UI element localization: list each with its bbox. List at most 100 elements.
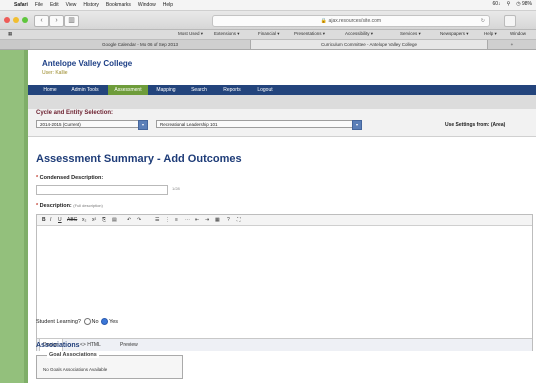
menu-edit[interactable]: Edit — [50, 2, 59, 8]
entity-select[interactable]: Recreational Leadership 101 ▾ — [156, 120, 362, 130]
paste-icon[interactable]: ▤ — [112, 217, 117, 223]
bookmark-item[interactable]: Financial ▾ — [258, 31, 280, 37]
mac-menubar: Safari File Edit View History Bookmarks … — [0, 0, 536, 11]
strikethrough-icon[interactable]: ABC — [67, 217, 77, 223]
reload-icon[interactable]: ↻ — [481, 16, 485, 26]
site-header: Antelope Valley College User: Kallie — [28, 50, 536, 85]
description-rich-text-editor[interactable]: B I U ABC x₂ x² ⎘ ▤ ↶ ↷ ☰ ⋮ ≡ ⋯ ⇤ ⇥ ▦ ? … — [36, 214, 533, 351]
table-icon[interactable]: ▦ — [215, 217, 220, 223]
indent-icon[interactable]: ⇥ — [205, 217, 209, 223]
nav-mapping[interactable]: Mapping — [150, 85, 182, 95]
nav-reports[interactable]: Reports — [216, 85, 248, 95]
nav-home[interactable]: Home — [38, 85, 62, 95]
close-window-button[interactable] — [4, 17, 10, 23]
editor-toolbar: B I U ABC x₂ x² ⎘ ▤ ↶ ↷ ☰ ⋮ ≡ ⋯ ⇤ ⇥ ▦ ? … — [37, 215, 532, 226]
associations-heading: Associations — [36, 342, 80, 349]
tab-html[interactable]: <> HTML — [77, 339, 104, 351]
radio-no-label[interactable]: No — [92, 319, 99, 325]
bookmark-item[interactable]: Most Used ▾ — [178, 31, 203, 37]
underline-icon[interactable]: U — [58, 217, 62, 223]
nav-assessment[interactable]: Assessment — [108, 85, 148, 95]
editor-mode-tabs: Design <> HTML Preview — [37, 338, 532, 351]
selection-label: Cycle and Entity Selection: — [36, 110, 114, 116]
bookmark-item[interactable]: Services ▾ — [400, 31, 421, 37]
chevron-down-icon[interactable]: ▾ — [352, 120, 362, 130]
browser-toolbar: ‹ › ▥ 🔒 ajax.resources/site.com ↻ — [0, 11, 536, 30]
lock-icon: 🔒 — [320, 18, 328, 24]
superscript-icon[interactable]: x² — [92, 217, 96, 223]
radio-yes-label[interactable]: Yes — [109, 319, 118, 325]
cycle-select[interactable]: 2014-2015 (Current) ▾ — [36, 120, 148, 130]
bookmark-grid-icon[interactable]: ▦ — [8, 31, 12, 37]
status-search-icon[interactable]: ⚲ — [507, 1, 511, 7]
condensed-description-label: * Condensed Description: — [36, 175, 103, 181]
bookmark-item[interactable]: Newspapers ▾ — [440, 31, 469, 37]
subscript-icon[interactable]: x₂ — [82, 217, 86, 223]
cycle-entity-selection: Cycle and Entity Selection: 2014-2015 (C… — [28, 109, 536, 137]
fullscreen-icon[interactable]: ⛶ — [237, 217, 241, 223]
help-icon[interactable]: ? — [227, 217, 230, 223]
back-button[interactable]: ‹ — [34, 15, 49, 27]
user-label: User: Kallie — [42, 70, 68, 76]
bookmark-item[interactable]: Extensions ▾ — [214, 31, 240, 37]
bookmark-item[interactable]: Presentations ▾ — [294, 31, 325, 37]
menu-bookmarks[interactable]: Bookmarks — [106, 2, 131, 8]
bookmark-item[interactable]: Window — [510, 31, 526, 36]
required-marker: * — [36, 203, 39, 209]
character-counter: 1/28 — [172, 186, 180, 191]
goal-associations-empty: No Goals Associations Available — [43, 367, 108, 372]
tab-curriculum-committee[interactable]: Curriculum Committee - Antelope Valley C… — [251, 40, 488, 49]
tab-preview[interactable]: Preview — [117, 339, 141, 351]
minimize-window-button[interactable] — [13, 17, 19, 23]
goal-associations-legend: Goal Associations — [47, 352, 99, 358]
nav-search[interactable]: Search — [184, 85, 214, 95]
address-text: ajax.resources/site.com — [328, 18, 382, 24]
college-name[interactable]: Antelope Valley College — [42, 59, 132, 68]
menu-app-name[interactable]: Safari — [14, 2, 28, 8]
menu-file[interactable]: File — [35, 2, 43, 8]
nav-admin-tools[interactable]: Admin Tools — [64, 85, 106, 95]
radio-yes[interactable] — [101, 318, 109, 325]
main-nav: Home Admin Tools Assessment Mapping Sear… — [28, 85, 536, 95]
bookmark-item[interactable]: Help ▾ — [484, 31, 497, 37]
nav-logout[interactable]: Logout — [250, 85, 280, 95]
numbered-list-icon[interactable]: ≡ — [175, 217, 178, 223]
menu-window[interactable]: Window — [138, 2, 156, 8]
sidebar-toggle-button[interactable]: ▥ — [64, 15, 79, 27]
student-learning-label: Student Learning? — [36, 318, 81, 325]
italic-icon[interactable]: I — [50, 217, 51, 223]
menu-view[interactable]: View — [66, 2, 77, 8]
redo-icon[interactable]: ↷ — [137, 217, 141, 223]
page-content: Antelope Valley College User: Kallie Hom… — [28, 50, 536, 383]
nav-spacer-band — [28, 95, 536, 109]
list-icon[interactable]: ⋮ — [165, 217, 170, 223]
description-label-text: Description: — [39, 203, 72, 209]
bookmark-item[interactable]: Accessibility ▾ — [345, 31, 373, 37]
outdent-icon[interactable]: ⇤ — [195, 217, 199, 223]
goal-associations-box: Goal Associations No Goals Associations … — [36, 352, 183, 379]
tab-google-calendar[interactable]: Google Calendar - Mo 06 of Sep 2013 — [30, 40, 251, 49]
radio-no[interactable] — [83, 318, 91, 325]
menubar-status: 60↓ ⚲ ◷ 98% — [493, 1, 533, 7]
menu-help[interactable]: Help — [163, 2, 173, 8]
forward-button[interactable]: › — [49, 15, 64, 27]
address-bar[interactable]: 🔒 ajax.resources/site.com ↻ — [212, 15, 490, 27]
new-tab-button[interactable]: + — [488, 40, 536, 49]
zoom-window-button[interactable] — [22, 17, 28, 23]
align-icon[interactable]: ☰ — [155, 217, 159, 223]
status-network[interactable]: 60↓ — [493, 1, 501, 7]
bookmarks-bar: ▦ Most Used ▾ Extensions ▾ Financial ▾ P… — [0, 30, 536, 40]
condensed-description-text: Condensed Description: — [39, 175, 104, 181]
browser-tab-strip: Google Calendar - Mo 06 of Sep 2013 Curr… — [0, 40, 536, 50]
condensed-description-input[interactable] — [36, 185, 168, 195]
more-icon[interactable]: ⋯ — [185, 217, 190, 223]
undo-icon[interactable]: ↶ — [127, 217, 131, 223]
menu-history[interactable]: History — [83, 2, 99, 8]
chevron-down-icon[interactable]: ▾ — [138, 120, 148, 130]
share-button[interactable] — [504, 15, 516, 27]
student-learning-row: Student Learning? No Yes — [36, 318, 118, 325]
status-battery[interactable]: ◷ 98% — [516, 1, 532, 7]
copy-icon[interactable]: ⎘ — [102, 217, 106, 223]
bold-icon[interactable]: B — [42, 217, 46, 223]
page-title: Assessment Summary - Add Outcomes — [36, 153, 242, 165]
